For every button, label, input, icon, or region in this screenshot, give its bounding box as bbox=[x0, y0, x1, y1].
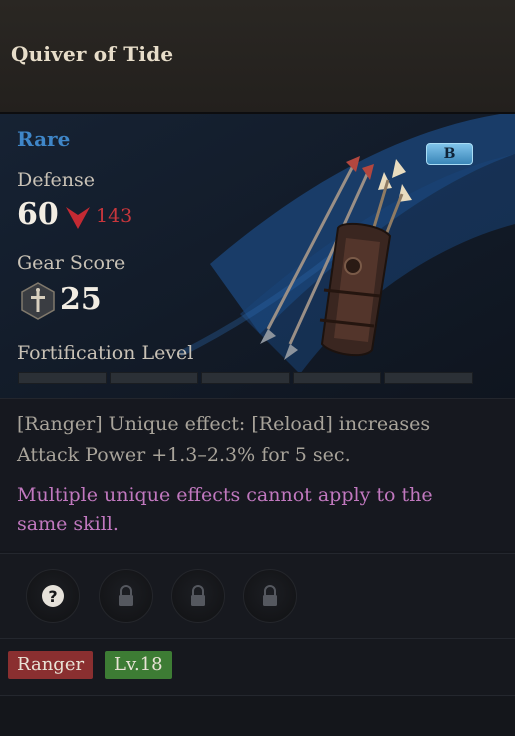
svg-text:?: ? bbox=[48, 587, 57, 606]
defense-value: 60 bbox=[17, 197, 59, 232]
tag-row: Ranger Lv.18 bbox=[0, 639, 515, 696]
unique-effect-note: Multiple unique effects cannot apply to … bbox=[17, 484, 433, 535]
grade-badge: B bbox=[426, 143, 473, 165]
socket-slot-locked[interactable] bbox=[171, 569, 225, 623]
gear-score-label: Gear Score bbox=[17, 252, 126, 274]
tooltip-header: Quiver of Tide bbox=[0, 0, 515, 114]
defense-label: Defense bbox=[17, 169, 95, 191]
rarity-label: Rare bbox=[17, 127, 71, 151]
unique-effect-text: [Ranger] Unique effect: [Reload] increas… bbox=[17, 413, 431, 466]
fortification-segment bbox=[384, 372, 473, 384]
gear-score-icon bbox=[21, 282, 55, 320]
question-icon: ? bbox=[42, 585, 64, 607]
socket-slot-locked[interactable] bbox=[99, 569, 153, 623]
lock-icon bbox=[263, 585, 277, 606]
socket-slot[interactable]: ? bbox=[26, 569, 80, 623]
fortification-bar bbox=[18, 372, 473, 384]
fortification-segment bbox=[109, 372, 199, 384]
fortification-segment bbox=[292, 372, 382, 384]
fortification-segment bbox=[201, 372, 290, 384]
socket-slot-locked[interactable] bbox=[243, 569, 297, 623]
item-card: Rare B Defense 60 143 Gear Score 25 Fort… bbox=[0, 114, 515, 398]
item-name: Quiver of Tide bbox=[11, 42, 174, 66]
lock-icon bbox=[119, 585, 133, 606]
fortification-segment bbox=[18, 372, 107, 384]
description-section: [Ranger] Unique effect: [Reload] increas… bbox=[0, 398, 515, 551]
down-arrow-icon bbox=[66, 207, 90, 229]
quiver-icon bbox=[260, 156, 412, 360]
socket-row: ? bbox=[0, 553, 515, 639]
fortification-label: Fortification Level bbox=[17, 342, 194, 364]
gear-score-value: 25 bbox=[60, 282, 102, 317]
lock-icon bbox=[191, 585, 205, 606]
tooltip-footer bbox=[0, 697, 515, 736]
defense-delta: 143 bbox=[96, 205, 133, 227]
class-tag: Ranger bbox=[8, 651, 94, 679]
level-tag: Lv.18 bbox=[105, 651, 172, 679]
